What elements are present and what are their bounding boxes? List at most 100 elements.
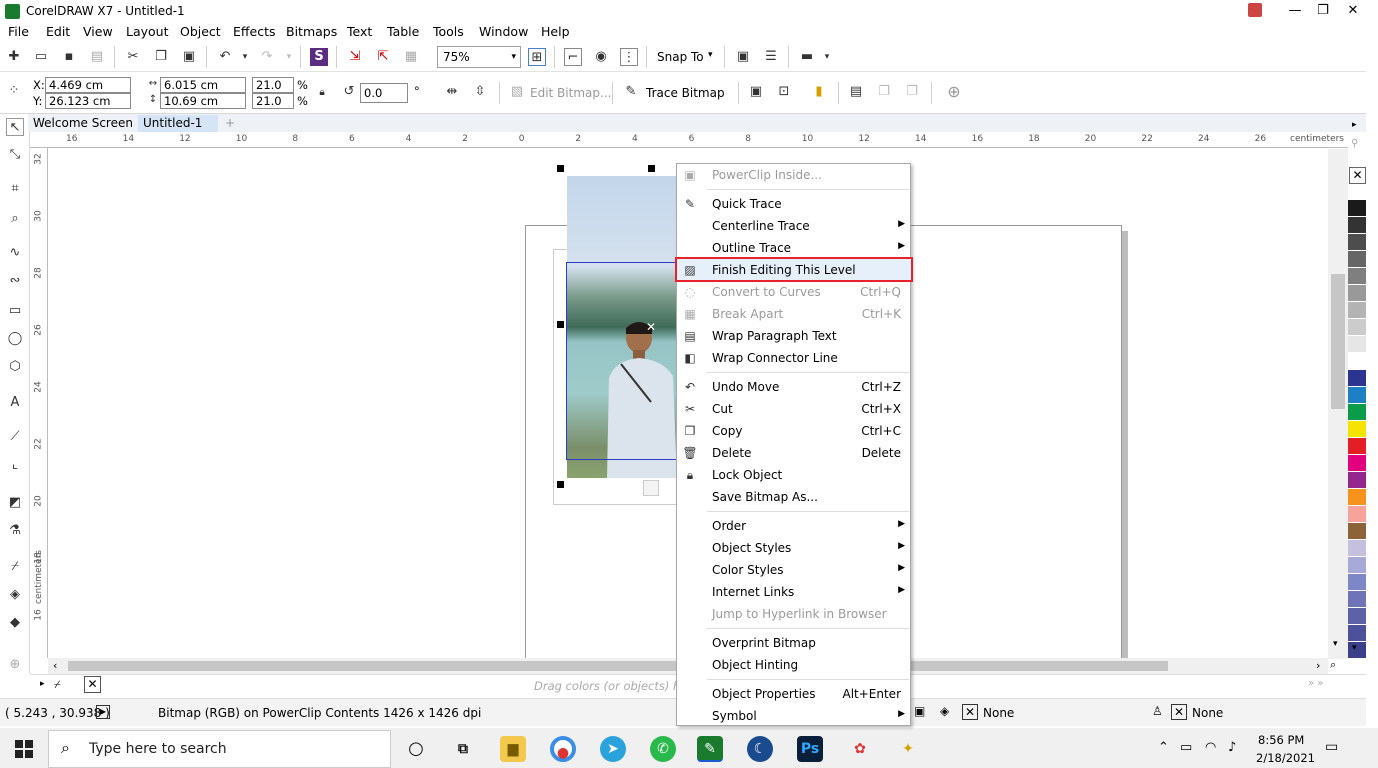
rectangle-tool-icon[interactable]: ▭: [6, 302, 24, 320]
color-palette[interactable]: [1348, 165, 1366, 659]
y-position-input[interactable]: 26.123 cm: [45, 93, 131, 109]
menu-window[interactable]: Window: [479, 24, 528, 39]
color-swatch[interactable]: [1348, 489, 1366, 506]
transparency-icon[interactable]: ⚗: [6, 522, 24, 540]
freehand-tool-icon[interactable]: ∿: [6, 244, 24, 262]
eyedropper-small-icon[interactable]: ⌿: [54, 678, 61, 692]
menu-file[interactable]: File: [8, 24, 29, 39]
menu-item-copy[interactable]: ❐ Copy Ctrl+C: [677, 420, 910, 442]
selection-handle[interactable]: [557, 321, 564, 328]
add-icon[interactable]: ⊕: [945, 83, 963, 101]
menu-item-save-bitmap-as[interactable]: Save Bitmap As...: [677, 486, 910, 508]
rotation-input[interactable]: 0.0: [360, 83, 408, 103]
battery-icon[interactable]: ▭: [1180, 740, 1192, 755]
text-tool-icon[interactable]: A: [6, 394, 24, 412]
wrap-text-icon[interactable]: ▤: [847, 83, 865, 101]
telegram-icon[interactable]: ➤: [600, 736, 626, 762]
windows-start-icon[interactable]: [15, 740, 33, 758]
color-swatch[interactable]: [1348, 591, 1366, 608]
snap-to-dropdown[interactable]: Snap To: [657, 50, 704, 64]
redo-icon[interactable]: ↷: [258, 48, 276, 66]
color-swatch[interactable]: [1348, 574, 1366, 591]
color-swatch[interactable]: [1348, 540, 1366, 557]
zoom-navigator-icon[interactable]: ⌕: [1330, 658, 1336, 672]
selection-handle[interactable]: [557, 481, 564, 488]
copy-icon[interactable]: ❐: [152, 48, 170, 66]
menu-view[interactable]: View: [83, 24, 113, 39]
edit-bitmap-icon[interactable]: ▧: [508, 83, 526, 101]
menu-item-color-styles[interactable]: Color Styles ▶: [677, 559, 910, 581]
menu-bitmaps[interactable]: Bitmaps: [286, 24, 337, 39]
horizontal-ruler[interactable]: centimeters 16 14 12 10 8 6 4 2 0 2 4 6 8 10 12 14 16 18 2…: [30, 132, 1348, 148]
powerclip-edit-icon[interactable]: [643, 480, 659, 496]
scroll-left-icon[interactable]: ‹: [53, 659, 57, 672]
pick-tool-icon[interactable]: ↖: [6, 118, 24, 136]
menu-item-internet-links[interactable]: Internet Links ▶: [677, 581, 910, 603]
mirror-horizontal-icon[interactable]: ⇹: [443, 83, 461, 101]
mirror-vertical-icon[interactable]: ⇳: [471, 83, 489, 101]
cortana-icon[interactable]: ○: [403, 736, 429, 762]
task-view-icon[interactable]: ⧉: [450, 736, 476, 762]
notification-icon[interactable]: ▭: [1325, 739, 1338, 755]
menu-text[interactable]: Text: [347, 24, 372, 39]
ungroup-icon[interactable]: ❐: [903, 83, 921, 101]
corel-capture-icon[interactable]: ✿: [847, 736, 873, 762]
color-swatch[interactable]: [1348, 472, 1366, 489]
no-color-swatch-icon[interactable]: ✕: [1349, 167, 1366, 184]
zoom-tool-icon[interactable]: ⌕: [6, 210, 24, 228]
user-icon[interactable]: [1248, 3, 1262, 17]
chrome-icon[interactable]: ●: [550, 736, 576, 762]
rulers-toggle-icon[interactable]: ⌐: [564, 48, 582, 66]
menu-item-convert-to-curves[interactable]: ◌ Convert to Curves Ctrl+Q: [677, 281, 910, 303]
whatsapp-icon[interactable]: ✆: [650, 736, 676, 762]
new-document-icon[interactable]: ✚: [5, 48, 23, 66]
menu-item-wrap-connector-line[interactable]: ◧ Wrap Connector Line: [677, 347, 910, 369]
trace-bitmap-button[interactable]: Trace Bitmap: [646, 86, 725, 100]
color-swatch[interactable]: [1348, 285, 1366, 302]
open-folder-icon[interactable]: ▭: [32, 48, 50, 66]
tray-expand-icon[interactable]: ⌃: [1158, 740, 1169, 755]
clock-date[interactable]: 2/18/2021: [1256, 751, 1315, 765]
color-swatch[interactable]: [1348, 200, 1366, 217]
vertical-ruler[interactable]: centimeters 32 30 28 26 24 22 20 18 16: [30, 148, 48, 658]
color-swatch[interactable]: [1348, 353, 1366, 370]
vertical-scrollbar[interactable]: ▾: [1328, 149, 1348, 659]
lock-ratio-icon[interactable]: 🔒︎: [313, 84, 331, 102]
undo-dropdown-icon[interactable]: ▾: [236, 48, 254, 66]
paste-icon[interactable]: ▣: [180, 48, 198, 66]
color-swatch[interactable]: [1348, 268, 1366, 285]
tab-welcome-screen[interactable]: Welcome Screen: [28, 115, 138, 132]
color-swatch[interactable]: [1348, 302, 1366, 319]
color-swatch[interactable]: [1348, 404, 1366, 421]
group-icon[interactable]: ❐: [875, 83, 893, 101]
color-swatch[interactable]: [1348, 608, 1366, 625]
import-icon[interactable]: ⇲: [346, 48, 364, 66]
launch-chevron-icon[interactable]: ▾: [818, 48, 836, 66]
grid-toggle-icon[interactable]: ⋮: [620, 48, 638, 66]
options-icon[interactable]: ▣: [734, 48, 752, 66]
corel-connect-icon[interactable]: S: [310, 48, 328, 66]
eyedropper-icon[interactable]: ⌿: [6, 558, 24, 576]
palette-pin-icon[interactable]: ⚲: [1351, 138, 1358, 149]
new-tab-icon[interactable]: +: [220, 115, 240, 132]
menu-item-undo-move[interactable]: ↶ Undo Move Ctrl+Z: [677, 376, 910, 398]
zoom-level-dropdown[interactable]: 75% ▾: [437, 46, 521, 68]
color-swatch[interactable]: [1348, 183, 1366, 200]
export-icon[interactable]: ⇱: [374, 48, 392, 66]
scale-y-input[interactable]: 21.0: [252, 93, 294, 109]
menu-item-centerline-trace[interactable]: Centerline Trace ▶: [677, 215, 910, 237]
snap-chevron-icon[interactable]: ▾: [708, 50, 713, 60]
color-swatch[interactable]: [1348, 387, 1366, 404]
color-swatch[interactable]: [1348, 625, 1366, 642]
redo-dropdown-icon[interactable]: ▾: [280, 48, 298, 66]
palette-expand-icon[interactable]: ▸: [1352, 120, 1357, 130]
menu-edit[interactable]: Edit: [46, 24, 70, 39]
horizontal-scroll-thumb[interactable]: [68, 661, 1168, 671]
coreldraw-taskbar-icon[interactable]: ✎: [697, 736, 723, 762]
file-explorer-icon[interactable]: ▆: [500, 736, 526, 762]
menu-object[interactable]: Object: [180, 24, 221, 39]
color-swatch[interactable]: [1348, 319, 1366, 336]
wifi-icon[interactable]: ◠: [1205, 740, 1216, 755]
color-swatch[interactable]: [1348, 251, 1366, 268]
fill-none-icon[interactable]: ✕: [962, 704, 978, 720]
